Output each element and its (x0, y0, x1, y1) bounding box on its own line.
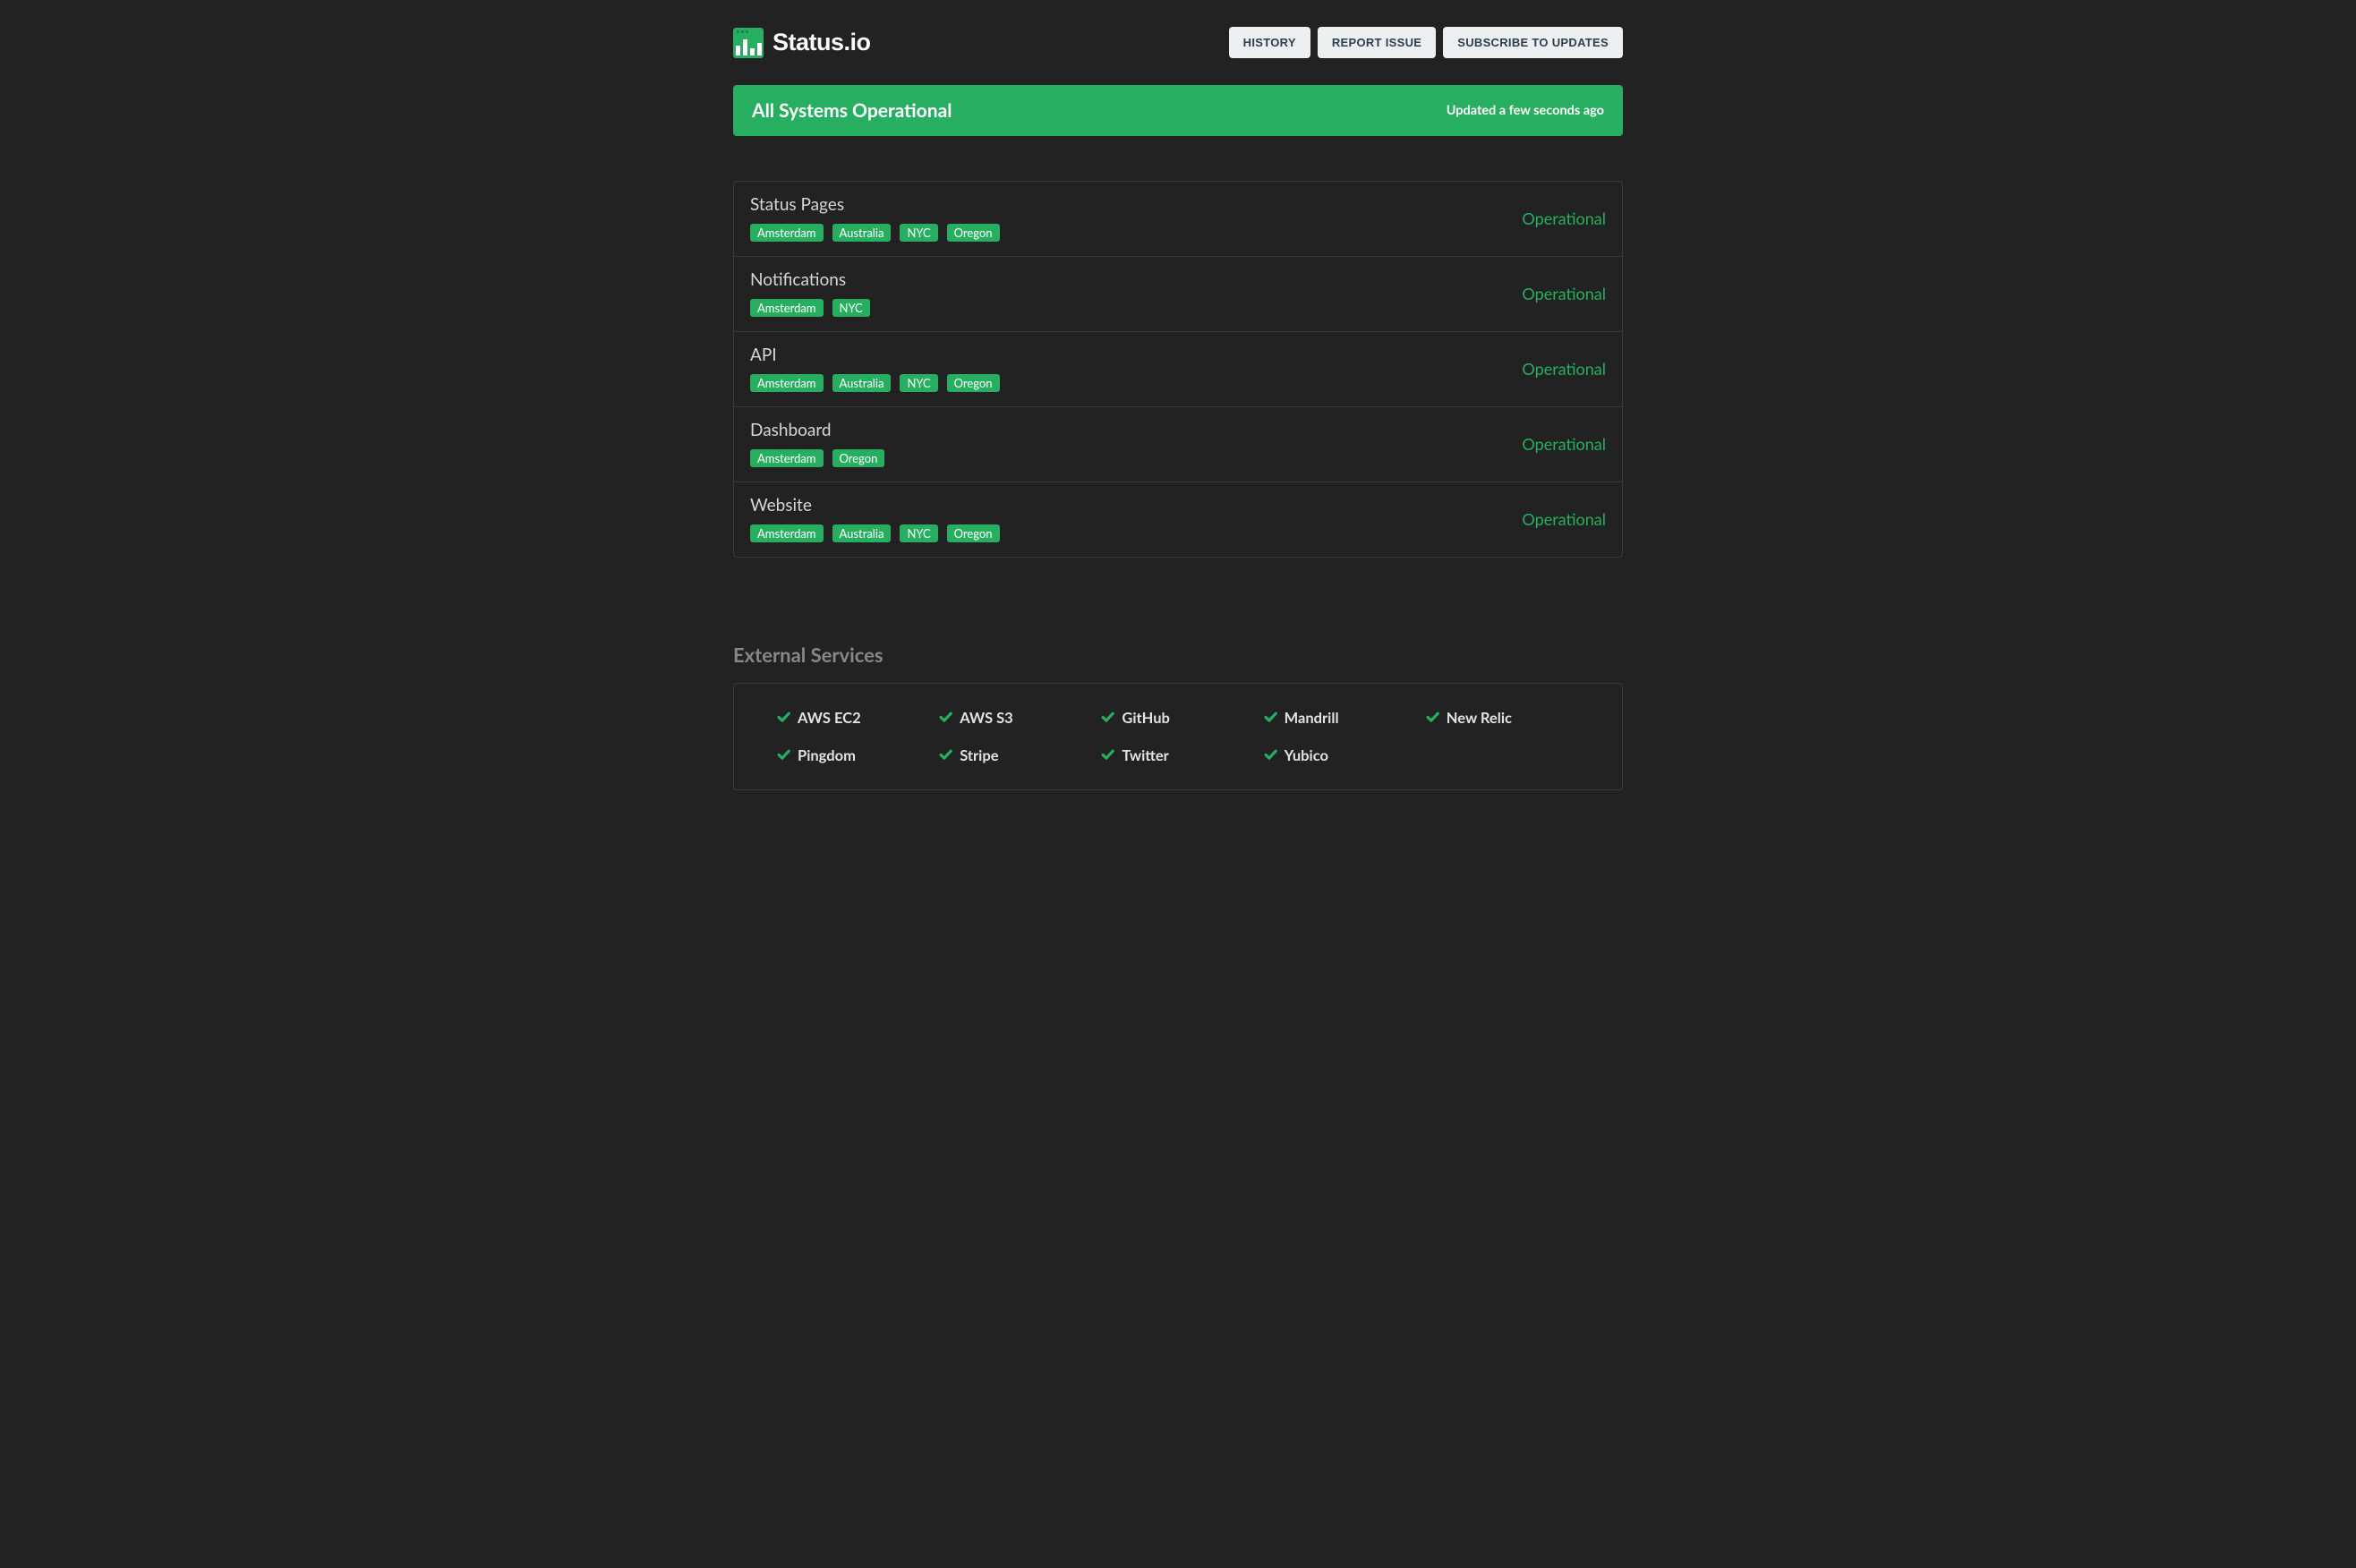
history-button[interactable]: HISTORY (1229, 27, 1310, 58)
location-badge: Amsterdam (750, 374, 824, 392)
component-status: Operational (1522, 434, 1606, 454)
external-service-item: New Relic (1426, 709, 1579, 727)
external-service-item: AWS EC2 (777, 709, 930, 727)
external-service-item: Yubico (1264, 746, 1417, 764)
external-service-item: Pingdom (777, 746, 930, 764)
external-services-heading: External Services (733, 643, 1623, 667)
component-name: API (750, 345, 1522, 365)
check-icon (1101, 711, 1116, 726)
status-banner-title: All Systems Operational (752, 99, 952, 122)
check-icon (1426, 711, 1441, 726)
external-service-item: Stripe (939, 746, 1092, 764)
external-service-item: AWS S3 (939, 709, 1092, 727)
external-service-item: Mandrill (1264, 709, 1417, 727)
location-badge: Amsterdam (750, 224, 824, 242)
location-badge: Oregon (832, 449, 885, 467)
components-list: Status Pages Amsterdam Australia NYC Oregon O… (733, 181, 1623, 558)
component-row: Website Amsterdam Australia NYC Oregon Operat… (734, 482, 1622, 557)
component-status: Operational (1522, 509, 1606, 529)
external-service-name: Stripe (960, 746, 998, 764)
component-name: Website (750, 495, 1522, 516)
component-row: Status Pages Amsterdam Australia NYC Oregon O… (734, 182, 1622, 257)
location-badge: NYC (832, 299, 870, 317)
location-badge: Amsterdam (750, 449, 824, 467)
location-badge: Amsterdam (750, 524, 824, 542)
external-service-name: AWS S3 (960, 709, 1013, 727)
report-issue-button[interactable]: REPORT ISSUE (1318, 27, 1436, 58)
check-icon (777, 711, 792, 726)
external-service-item: Twitter (1101, 746, 1254, 764)
external-service-name: Yubico (1285, 746, 1328, 764)
check-icon (1101, 748, 1116, 763)
component-name: Dashboard (750, 420, 1522, 440)
external-service-name: Twitter (1122, 746, 1168, 764)
subscribe-button[interactable]: SUBSCRIBE TO UPDATES (1443, 27, 1623, 58)
external-service-name: AWS EC2 (798, 709, 861, 727)
check-icon (777, 748, 792, 763)
location-badge: Australia (832, 224, 892, 242)
component-status: Operational (1522, 284, 1606, 303)
external-service-name: GitHub (1122, 709, 1170, 727)
location-badge: Oregon (947, 224, 1000, 242)
location-badge: Australia (832, 374, 892, 392)
location-badge: Australia (832, 524, 892, 542)
component-locations: Amsterdam Australia NYC Oregon (750, 374, 1522, 392)
bar-chart-icon (733, 28, 764, 58)
location-badge: NYC (900, 524, 937, 542)
location-badge: NYC (900, 224, 937, 242)
external-service-name: Pingdom (798, 746, 856, 764)
brand-name: Status.io (773, 29, 871, 56)
component-locations: Amsterdam Australia NYC Oregon (750, 524, 1522, 542)
component-name: Status Pages (750, 194, 1522, 215)
component-status: Operational (1522, 359, 1606, 379)
location-badge: Oregon (947, 374, 1000, 392)
component-name: Notifications (750, 269, 1522, 290)
header: Status.io HISTORY REPORT ISSUE SUBSCRIBE… (733, 27, 1623, 58)
location-badge: NYC (900, 374, 937, 392)
check-icon (1264, 711, 1279, 726)
location-badge: Amsterdam (750, 299, 824, 317)
component-row: API Amsterdam Australia NYC Oregon Operationa… (734, 332, 1622, 407)
component-locations: Amsterdam Australia NYC Oregon (750, 224, 1522, 242)
external-service-item: GitHub (1101, 709, 1254, 727)
check-icon (1264, 748, 1279, 763)
component-row: Notifications Amsterdam NYC Operational (734, 257, 1622, 332)
location-badge: Oregon (947, 524, 1000, 542)
status-banner-updated: Updated a few seconds ago (1447, 103, 1604, 118)
check-icon (939, 748, 954, 763)
component-locations: Amsterdam NYC (750, 299, 1522, 317)
external-service-name: New Relic (1447, 709, 1512, 727)
check-icon (939, 711, 954, 726)
status-banner: All Systems Operational Updated a few se… (733, 85, 1623, 136)
external-services-box: AWS EC2 AWS S3 GitHub Mandrill New Relic Ping… (733, 683, 1623, 790)
component-row: Dashboard Amsterdam Oregon Operational (734, 407, 1622, 482)
external-service-name: Mandrill (1285, 709, 1339, 727)
component-status: Operational (1522, 209, 1606, 228)
nav-buttons: HISTORY REPORT ISSUE SUBSCRIBE TO UPDATE… (1229, 27, 1623, 58)
component-locations: Amsterdam Oregon (750, 449, 1522, 467)
brand-logo[interactable]: Status.io (733, 28, 871, 58)
